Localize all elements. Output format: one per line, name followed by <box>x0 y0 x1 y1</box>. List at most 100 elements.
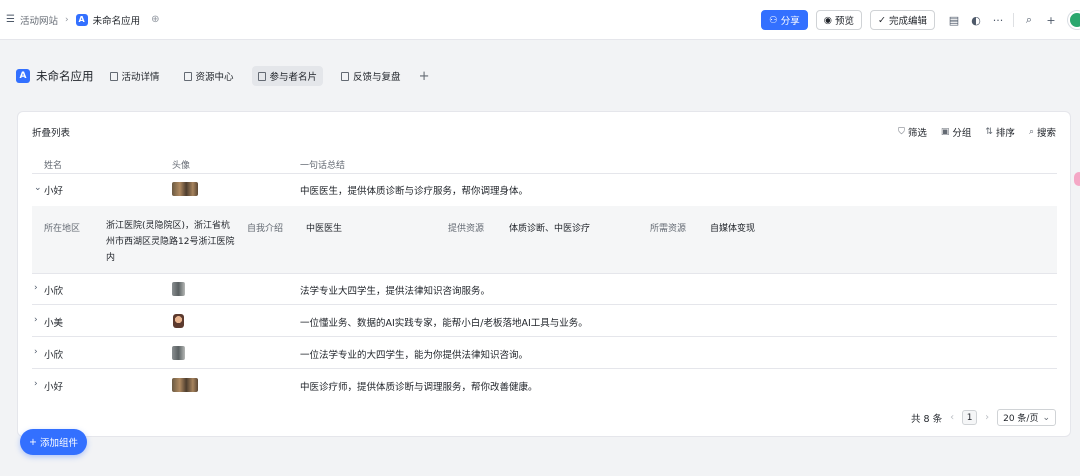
breadcrumb-parent[interactable]: 活动网站 <box>20 13 58 27</box>
avatar <box>172 182 198 196</box>
row-name: 小欣 <box>44 350 64 361</box>
app-icon: A <box>16 69 30 83</box>
theme-icon[interactable]: ◐ <box>967 11 985 29</box>
page-icon <box>109 71 118 81</box>
list-item[interactable]: ⌄ 小好 中医医生，提供体质诊断与诊疗服务，帮你调理身体。 <box>32 174 1057 205</box>
chevron-right-icon[interactable]: › <box>34 315 38 325</box>
add-tab-icon[interactable]: + <box>419 69 430 84</box>
tab-feedback-review[interactable]: 反馈与复盘 <box>335 66 407 86</box>
tab-resource-center[interactable]: 资源中心 <box>178 66 240 86</box>
share-icon: ⚇ <box>769 14 778 26</box>
provide-resource-label: 提供资源 <box>448 224 485 234</box>
tab-activity-details[interactable]: 活动详情 <box>104 66 166 86</box>
location-line: 浙江医院(灵隐院区)，浙江省杭 <box>106 221 231 231</box>
chevron-right-icon[interactable]: › <box>34 283 38 293</box>
pagination: 共 8 条 ‹ 1 › 20 条/页 ⌄ <box>911 409 1056 426</box>
tab-label: 活动详情 <box>121 72 160 83</box>
avatar <box>172 378 198 392</box>
column-header-summary: 一句话总结 <box>300 161 346 171</box>
row-name: 小欣 <box>44 286 64 297</box>
share-button[interactable]: ⚇ 分享 <box>761 10 808 30</box>
finish-edit-button[interactable]: ✓ 完成编辑 <box>870 10 935 30</box>
top-bar: ☰ 活动网站 › A 未命名应用 ⊕ ⚇ 分享 ◉ 预览 ✓ 完成编辑 ▤ ◐ … <box>0 0 1080 40</box>
need-resource-label: 所需资源 <box>650 224 687 234</box>
divider <box>1013 13 1014 27</box>
intro-value: 中医医生 <box>306 224 343 234</box>
row-name: 小美 <box>44 318 64 329</box>
location-value: 浙江医院(灵隐院区)，浙江省杭 州市西湖区灵隐路12号浙江医院 内 <box>106 218 234 266</box>
collapsible-list-card: 折叠列表 ⛉ 筛选 ▣ 分组 ⇅ 排序 ⌕ 搜索 姓名 头像 一句话总结 ⌄ 小好 中医… <box>17 111 1071 437</box>
row-detail-panel: 所在地区 浙江医院(灵隐院区)，浙江省杭 州市西湖区灵隐路12号浙江医院 内 自… <box>32 206 1057 274</box>
assistant-float-icon[interactable] <box>1074 172 1080 186</box>
add-icon[interactable]: + <box>1042 11 1060 29</box>
sort-button[interactable]: ⇅ 排序 <box>985 125 1015 139</box>
preview-label: 预览 <box>835 16 855 27</box>
group-icon: ▣ <box>940 127 950 137</box>
avatar <box>172 346 185 360</box>
breadcrumb-current[interactable]: 未命名应用 <box>93 13 141 27</box>
app-title: A 未命名应用 <box>16 68 94 84</box>
page-size-select[interactable]: 20 条/页 ⌄ <box>997 409 1056 426</box>
tab-participant-cards[interactable]: 参与者名片 <box>251 66 324 86</box>
breadcrumb: ☰ 活动网站 › A 未命名应用 ⊕ <box>0 13 160 27</box>
column-header-name: 姓名 <box>44 161 63 171</box>
prev-page-icon[interactable]: ‹ <box>950 412 954 423</box>
table-header: 姓名 头像 一句话总结 <box>32 152 1057 174</box>
next-page-icon[interactable]: › <box>985 412 989 423</box>
tab-label: 反馈与复盘 <box>353 72 401 83</box>
app-title-text: 未命名应用 <box>36 69 94 83</box>
tab-label: 资源中心 <box>195 72 234 83</box>
avatar <box>172 282 185 296</box>
tab-label: 参与者名片 <box>269 72 318 83</box>
provide-resource-value: 体质诊断、中医诊疗 <box>509 224 591 234</box>
list-item[interactable]: › 小欣 一位法学专业的大四学生，能为你提供法律知识咨询。 <box>32 338 1057 369</box>
row-summary: 法学专业大四学生，提供法律知识咨询服务。 <box>300 286 491 297</box>
page-icon <box>257 71 266 81</box>
filter-icon: ⛉ <box>898 127 905 137</box>
plus-icon: + <box>29 436 37 448</box>
group-button[interactable]: ▣ 分组 <box>941 125 972 139</box>
group-label: 分组 <box>952 128 972 139</box>
check-circle-icon: ✓ <box>878 14 886 26</box>
list-toolbar: ⛉ 筛选 ▣ 分组 ⇅ 排序 ⌕ 搜索 <box>898 125 1056 139</box>
page-number[interactable]: 1 <box>962 410 978 425</box>
template-icon[interactable]: ▤ <box>945 11 963 29</box>
pin-icon[interactable]: ⊕ <box>151 14 159 25</box>
chevron-right-icon[interactable]: › <box>34 347 38 357</box>
user-avatar[interactable] <box>1068 11 1080 29</box>
search-icon: ⌕ <box>1028 127 1034 137</box>
page-size-value: 20 条/页 <box>1003 414 1039 424</box>
add-component-button[interactable]: + 添加组件 <box>20 429 87 455</box>
row-summary: 中医医生，提供体质诊断与诊疗服务，帮你调理身体。 <box>300 186 529 197</box>
column-header-avatar: 头像 <box>172 161 191 171</box>
filter-label: 筛选 <box>907 128 927 139</box>
row-name: 小好 <box>44 382 64 393</box>
list-item[interactable]: › 小好 中医诊疗师，提供体质诊断与调理服务，帮你改善健康。 <box>32 370 1057 401</box>
location-line: 州市西湖区灵隐路12号浙江医院 <box>106 237 235 247</box>
row-summary: 一位懂业务、数据的AI实践专家，能帮小白/老板落地AI工具与业务。 <box>300 318 588 329</box>
chevron-right-icon[interactable]: › <box>34 379 38 389</box>
sort-label: 排序 <box>995 128 1015 139</box>
search-label: 搜索 <box>1036 128 1056 139</box>
search-button[interactable]: ⌕ 搜索 <box>1029 125 1056 139</box>
list-item[interactable]: › 小美 一位懂业务、数据的AI实践专家，能帮小白/老板落地AI工具与业务。 <box>32 306 1057 337</box>
filter-button[interactable]: ⛉ 筛选 <box>898 125 927 139</box>
row-summary: 一位法学专业的大四学生，能为你提供法律知识咨询。 <box>300 350 529 361</box>
avatar <box>173 314 184 328</box>
chevron-down-icon: ⌄ <box>1042 412 1050 423</box>
total-count: 共 8 条 <box>911 413 943 425</box>
sidebar-toggle-icon[interactable]: ☰ <box>6 14 15 25</box>
search-icon[interactable]: ⌕ <box>1020 11 1038 29</box>
eye-icon: ◉ <box>823 14 832 26</box>
row-summary: 中医诊疗师，提供体质诊断与调理服务，帮你改善健康。 <box>300 382 538 393</box>
app-icon: A <box>75 13 88 26</box>
page-icon <box>183 71 192 81</box>
list-item[interactable]: › 小欣 法学专业大四学生，提供法律知识咨询服务。 <box>32 274 1057 305</box>
chevron-down-icon[interactable]: ⌄ <box>34 183 42 193</box>
sort-icon: ⇅ <box>985 127 993 137</box>
more-icon[interactable]: ··· <box>989 11 1007 29</box>
breadcrumb-separator-icon: › <box>64 14 69 25</box>
location-label: 所在地区 <box>44 224 81 234</box>
share-label: 分享 <box>780 16 800 27</box>
preview-button[interactable]: ◉ 预览 <box>815 10 863 30</box>
